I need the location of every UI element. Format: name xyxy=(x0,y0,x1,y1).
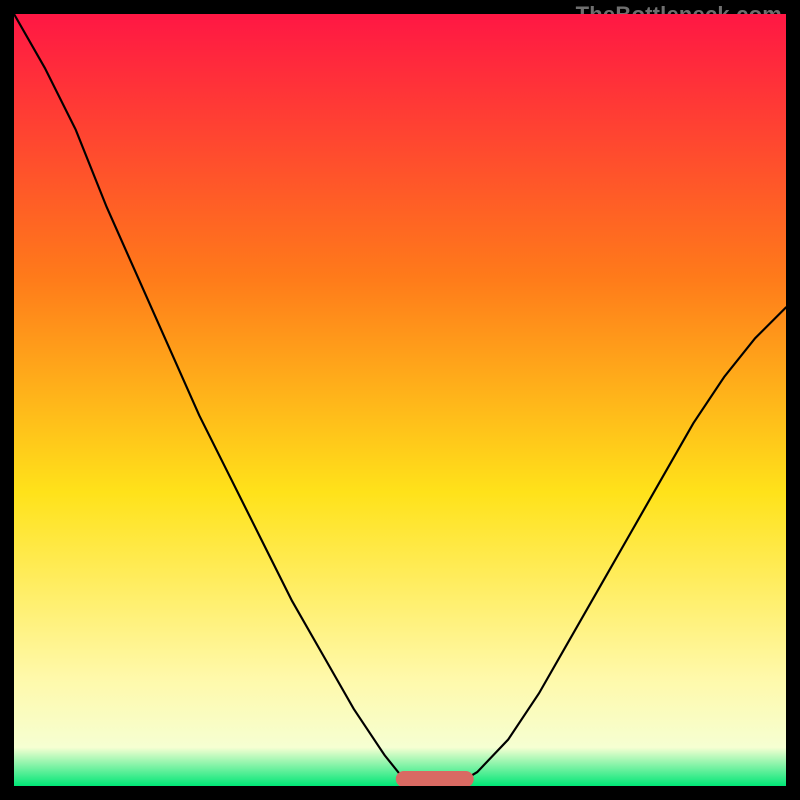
bottleneck-chart xyxy=(14,14,786,786)
heat-gradient xyxy=(14,14,786,786)
chart-frame: TheBottleneck.com xyxy=(0,0,800,800)
